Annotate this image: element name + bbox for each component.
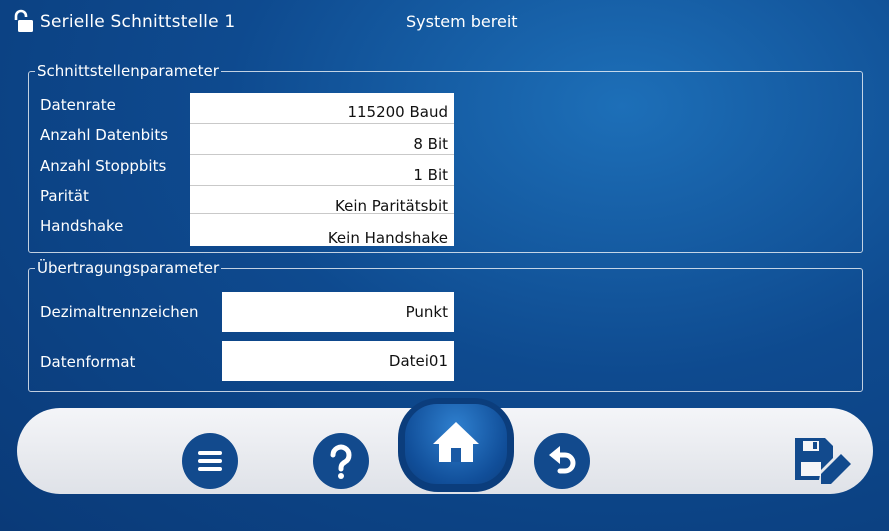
value-dezimaltrennzeichen[interactable]: Punkt: [222, 292, 454, 332]
label-datenrate: Datenrate: [40, 96, 116, 114]
label-datenbits: Anzahl Datenbits: [40, 126, 169, 144]
help-button[interactable]: [313, 433, 369, 489]
save-edit-icon: [795, 438, 851, 484]
value-handshake[interactable]: Kein Handshake: [190, 214, 454, 247]
value-datenbits[interactable]: 8 Bit: [190, 124, 454, 155]
value-datenformat[interactable]: Datei01: [222, 341, 454, 381]
menu-button[interactable]: [182, 433, 238, 489]
unlocked-lock-icon: [14, 9, 33, 32]
label-stoppbits: Anzahl Stoppbits: [40, 157, 167, 175]
save-edit-button[interactable]: [793, 436, 855, 488]
value-stoppbits[interactable]: 1 Bit: [190, 155, 454, 186]
value-datenrate[interactable]: 115200 Baud: [190, 93, 454, 124]
menu-icon: [198, 451, 222, 471]
title-bar: Serielle Schnittstelle 1 System bereit: [0, 0, 889, 44]
home-button[interactable]: [405, 404, 507, 484]
label-dezimaltrennzeichen: Dezimaltrennzeichen: [40, 303, 199, 321]
status-text: System bereit: [406, 12, 518, 31]
interface-parameters-legend: Schnittstellenparameter: [37, 62, 219, 80]
home-icon: [433, 422, 479, 462]
back-button[interactable]: [534, 433, 590, 489]
label-paritaet: Parität: [40, 187, 89, 205]
label-datenformat: Datenformat: [40, 353, 136, 371]
label-handshake: Handshake: [40, 217, 124, 235]
help-icon: [330, 444, 352, 479]
transfer-parameters-legend: Übertragungsparameter: [37, 259, 220, 277]
back-icon: [549, 446, 576, 474]
value-paritaet[interactable]: Kein Paritätsbit: [190, 186, 454, 215]
window-title: Serielle Schnittstelle 1: [40, 12, 236, 32]
